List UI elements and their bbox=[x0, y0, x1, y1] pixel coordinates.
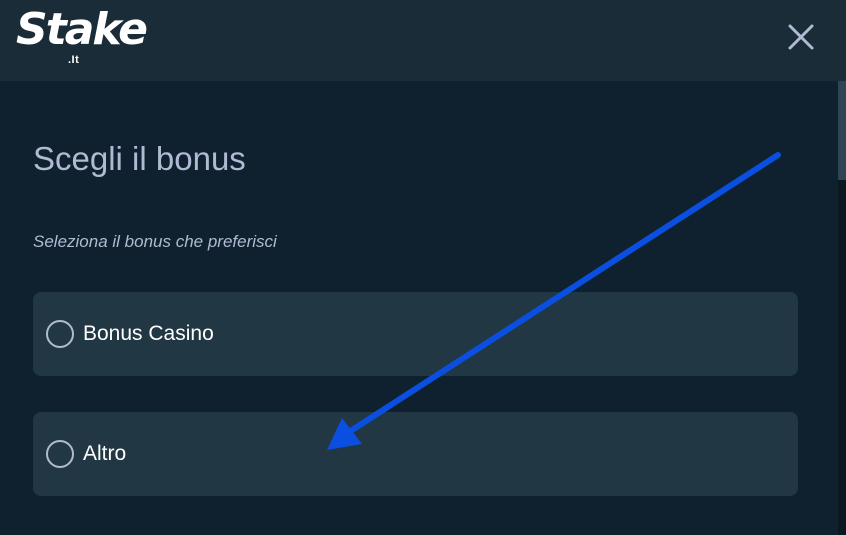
option-altro[interactable]: Altro bbox=[33, 412, 798, 496]
radio-button[interactable] bbox=[46, 320, 74, 348]
top-header: Stake .It bbox=[0, 0, 846, 81]
option-label: Bonus Casino bbox=[83, 322, 214, 345]
option-label: Altro bbox=[83, 442, 127, 465]
modal-subtitle: Seleziona il bonus che preferisci bbox=[33, 232, 277, 251]
stake-logo[interactable]: Stake bbox=[16, 2, 148, 58]
modal-title: Scegli il bonus bbox=[33, 140, 246, 177]
option-bonus-casino[interactable]: Bonus Casino bbox=[33, 292, 798, 376]
scrollbar-thumb[interactable] bbox=[838, 180, 846, 535]
radio-button[interactable] bbox=[46, 440, 74, 468]
close-icon[interactable] bbox=[784, 20, 818, 54]
logo-domain: .It bbox=[68, 54, 80, 66]
